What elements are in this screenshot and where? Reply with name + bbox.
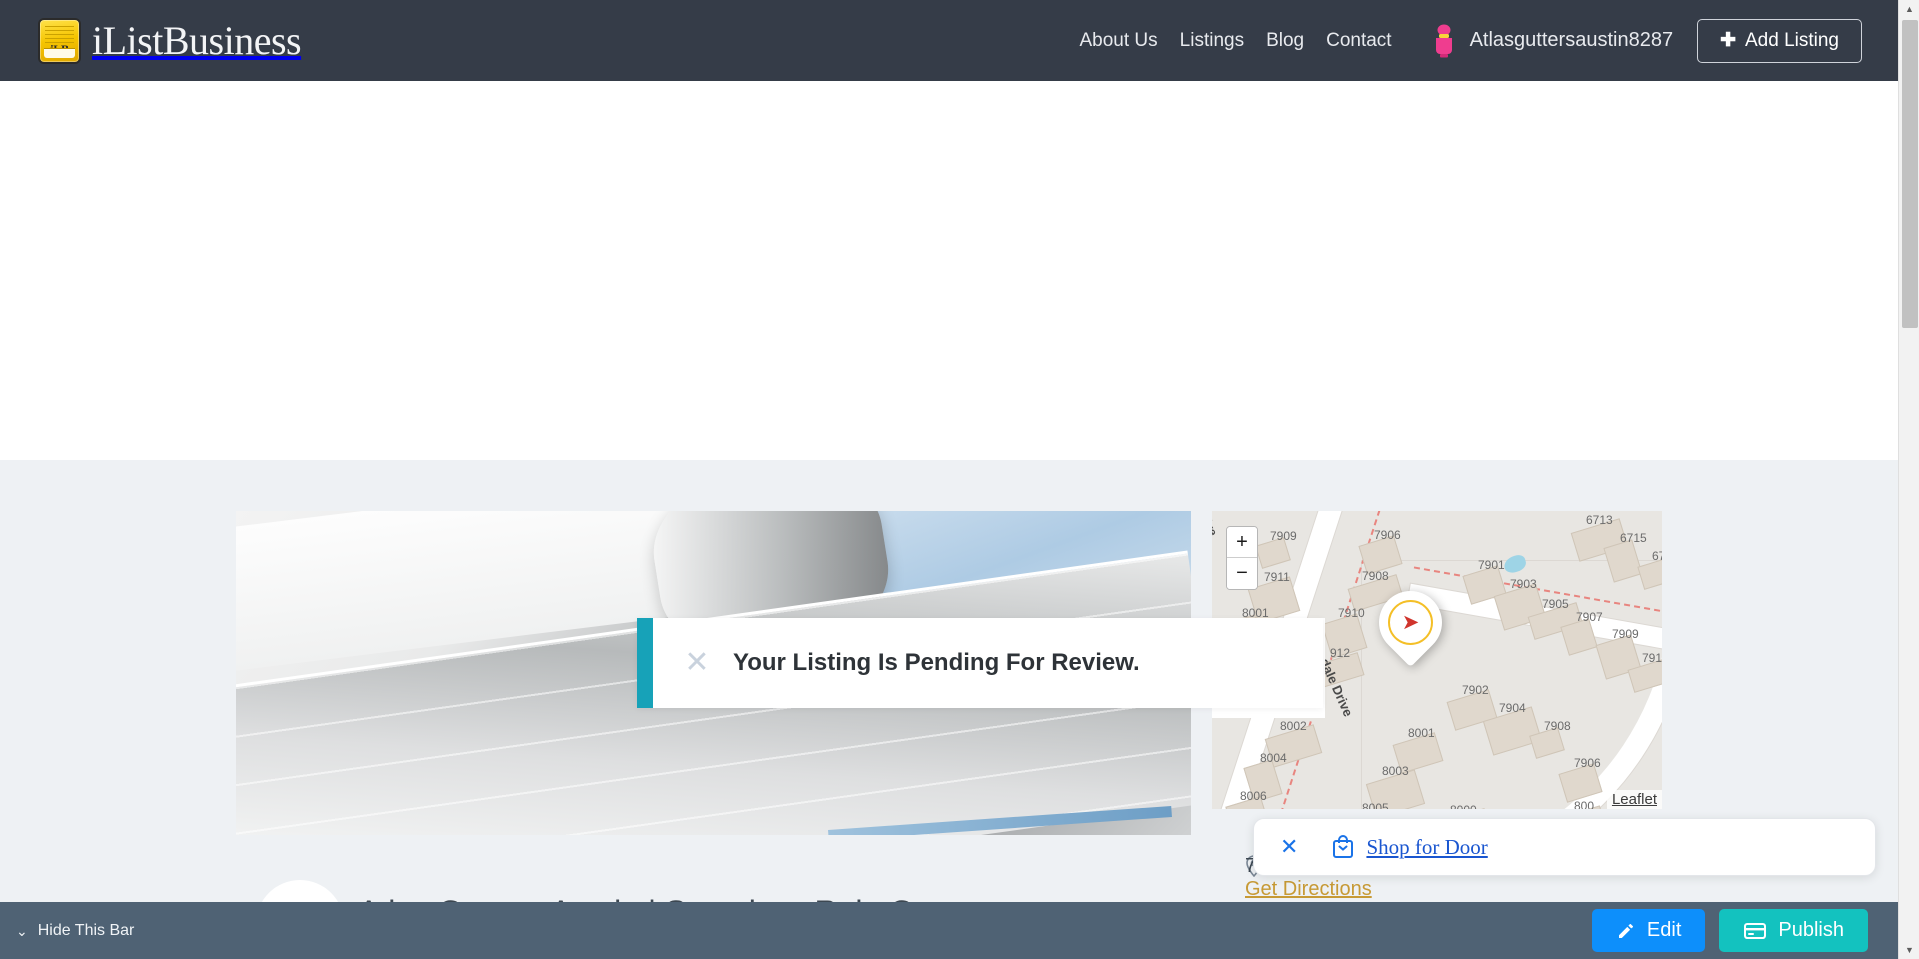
map-zoom-control: + − <box>1226 526 1258 590</box>
edit-button-label: Edit <box>1646 919 1682 941</box>
notice-accent-bar <box>637 618 653 708</box>
map-house-number: 7910 <box>1338 606 1365 620</box>
map-house-number: 7902 <box>1462 683 1489 697</box>
map-house-number: 8004 <box>1260 751 1287 765</box>
user-name-label: Atlasguttersaustin8287 <box>1469 29 1674 51</box>
map-house-number: 7908 <box>1544 719 1571 733</box>
map-house-number: 800 <box>1574 799 1595 809</box>
edit-listing-button[interactable]: Edit <box>1591 909 1706 952</box>
site-header: iLB iListBusiness About Us Listings Blog… <box>0 0 1898 81</box>
map-house-number: 6715 <box>1620 531 1647 545</box>
map-house-number: 7903 <box>1510 577 1537 591</box>
shop-bar-close-icon[interactable]: ✕ <box>1280 836 1298 858</box>
add-listing-label: Add Listing <box>1744 29 1839 51</box>
map-house-number: 67 <box>1652 549 1662 563</box>
map-house-number: 8002 <box>1280 719 1307 733</box>
leaflet-attribution-link[interactable]: Leaflet <box>1606 790 1662 809</box>
page-root: iLB iListBusiness About Us Listings Blog… <box>0 0 1919 959</box>
add-listing-button[interactable]: ✚ Add Listing <box>1697 18 1862 63</box>
scroll-up-arrow[interactable]: ▲ <box>1899 0 1919 18</box>
brand-mark-label: iLB <box>50 41 69 56</box>
publish-listing-button[interactable]: Publish <box>1719 909 1868 952</box>
map-house-number: 912 <box>1330 646 1351 660</box>
brand-name: iListBusiness <box>92 17 302 63</box>
vertical-scrollbar[interactable]: ▲ ▼ <box>1898 0 1919 959</box>
shopping-bag-icon <box>1332 835 1354 859</box>
map-house-number: 8006 <box>1240 789 1267 803</box>
brand-logo-link[interactable]: iLB iListBusiness <box>38 17 302 64</box>
chevron-down-icon: ⌄ <box>16 922 28 939</box>
notice-message: Your Listing Is Pending For Review. <box>733 649 1140 676</box>
map-house-number: 7901 <box>1478 558 1505 572</box>
nav-item-listings[interactable]: Listings <box>1169 30 1255 52</box>
map-house-number: 7907 <box>1576 610 1603 624</box>
map-house-number: 7909 <box>1612 627 1639 641</box>
shop-for-door-link[interactable]: Shop for Door <box>1366 835 1487 860</box>
hide-this-bar-toggle[interactable]: ⌄ Hide This Bar <box>16 922 134 940</box>
listing-action-bar: ⌄ Hide This Bar Edit Publish <box>0 902 1898 959</box>
nav-item-about-us[interactable]: About Us <box>1069 30 1169 52</box>
map-marker-ring: ➤ <box>1388 600 1433 645</box>
map-house-number: 7909 <box>1270 529 1297 543</box>
page-white-area <box>0 81 1898 460</box>
nav-item-contact[interactable]: Contact <box>1315 30 1402 52</box>
hide-this-bar-label: Hide This Bar <box>37 921 135 939</box>
get-directions-link[interactable]: Get Directions <box>1245 878 1372 900</box>
publish-button-label: Publish <box>1778 919 1844 941</box>
map-house-number: 7905 <box>1542 597 1569 611</box>
map-house-number: 7906 <box>1574 756 1601 770</box>
map-pin-icon: ➤ <box>1401 611 1420 634</box>
map-house-number: 8000 <box>1450 803 1477 809</box>
map-house-number: 8003 <box>1382 764 1409 778</box>
user-account[interactable]: Atlasguttersaustin8287 <box>1429 24 1673 58</box>
credit-card-icon <box>1744 922 1767 939</box>
shop-for-door-bar: ✕ Shop for Door <box>1253 818 1876 876</box>
map-house-number: 791 <box>1642 651 1662 665</box>
map-zoom-in-button[interactable]: + <box>1227 527 1257 558</box>
map-house-number: 8001 <box>1408 726 1435 740</box>
map-house-number: 7908 <box>1362 569 1389 583</box>
scrollbar-thumb[interactable] <box>1902 20 1918 328</box>
pending-review-notice: ✕ Your Listing Is Pending For Review. <box>637 618 1323 708</box>
plus-icon: ✚ <box>1720 30 1736 51</box>
map-house-number: 7911 <box>1264 570 1290 584</box>
notice-close-icon[interactable]: ✕ <box>669 648 725 678</box>
map-marker-bubble: ➤ <box>1365 577 1456 668</box>
pencil-icon <box>1618 923 1633 938</box>
map-location-marker[interactable]: ➤ <box>1365 577 1456 668</box>
map-house-number: 7906 <box>1374 528 1401 542</box>
map-zoom-out-button[interactable]: − <box>1227 558 1257 589</box>
scroll-down-arrow[interactable]: ▼ <box>1899 941 1919 959</box>
map-house-number: 6713 <box>1586 513 1613 527</box>
avatar-icon <box>1435 24 1452 57</box>
main-nav: About Us Listings Blog Contact Atlasgutt… <box>1069 18 1899 63</box>
nav-item-blog[interactable]: Blog <box>1255 30 1315 52</box>
bottom-bar-actions: Edit Publish <box>1591 909 1868 952</box>
map-house-number: 8005 <box>1362 801 1389 809</box>
map-house-number: 7904 <box>1499 701 1526 715</box>
ilistbusiness-book-icon: iLB <box>38 17 81 64</box>
